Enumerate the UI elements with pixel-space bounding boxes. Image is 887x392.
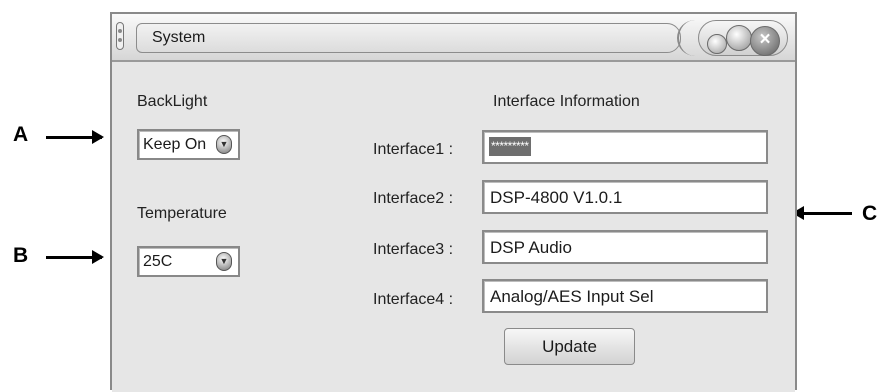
interface4-field[interactable]: Analog/AES Input Sel bbox=[482, 279, 768, 313]
callout-b-label: B bbox=[13, 244, 29, 267]
interface1-label: Interface1 : bbox=[373, 141, 454, 158]
interface1-field[interactable]: ********* bbox=[482, 130, 768, 164]
dropdown-arrow-icon[interactable]: ▼ bbox=[216, 135, 232, 154]
interface2-label: Interface2 : bbox=[373, 190, 454, 207]
interface1-value: ********* bbox=[489, 137, 531, 156]
system-window: System × BackLight Keep On ▼ Temperature… bbox=[110, 12, 797, 392]
interface2-value: DSP-4800 V1.0.1 bbox=[490, 188, 623, 207]
interface3-value: DSP Audio bbox=[490, 238, 572, 257]
callout-c-label: C bbox=[862, 202, 878, 225]
window-controls: × bbox=[698, 20, 788, 56]
update-button[interactable]: Update bbox=[504, 328, 635, 365]
grip-icon[interactable] bbox=[116, 22, 124, 50]
content-panel: BackLight Keep On ▼ Temperature 25C ▼ In… bbox=[112, 62, 795, 392]
callout-a-arrow bbox=[46, 130, 104, 144]
interface3-label: Interface3 : bbox=[373, 241, 454, 258]
temperature-value: 25C bbox=[143, 253, 173, 270]
backlight-value: Keep On bbox=[143, 136, 207, 153]
title-bar[interactable]: System × bbox=[112, 14, 795, 62]
title-field bbox=[136, 23, 681, 53]
backlight-select[interactable]: Keep On ▼ bbox=[137, 129, 240, 160]
title-separator bbox=[677, 20, 699, 56]
interface4-value: Analog/AES Input Sel bbox=[490, 287, 654, 306]
interface-info-heading: Interface Information bbox=[493, 93, 640, 110]
close-icon[interactable]: × bbox=[750, 26, 780, 56]
interface4-label: Interface4 : bbox=[373, 291, 454, 308]
window-title: System bbox=[152, 29, 206, 46]
callout-c-arrow bbox=[792, 206, 852, 220]
dropdown-arrow-icon[interactable]: ▼ bbox=[216, 252, 232, 271]
maximize-icon[interactable] bbox=[726, 25, 752, 51]
minimize-icon[interactable] bbox=[707, 34, 727, 54]
callout-b-arrow bbox=[46, 250, 104, 264]
interface2-field[interactable]: DSP-4800 V1.0.1 bbox=[482, 180, 768, 214]
interface3-field[interactable]: DSP Audio bbox=[482, 230, 768, 264]
temperature-label: Temperature bbox=[137, 205, 227, 222]
backlight-label: BackLight bbox=[137, 93, 208, 110]
callout-a-label: A bbox=[13, 123, 29, 146]
temperature-select[interactable]: 25C ▼ bbox=[137, 246, 240, 277]
